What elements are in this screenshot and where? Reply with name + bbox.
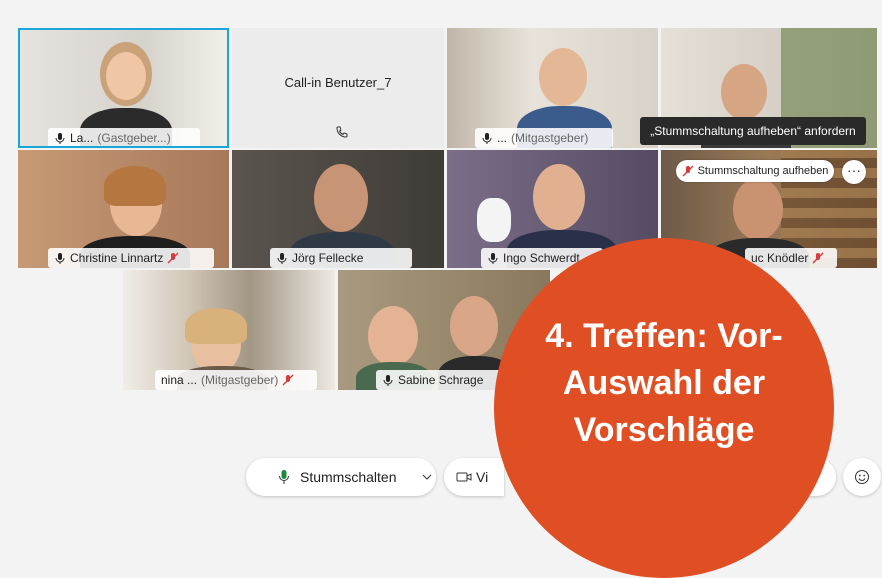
microphone-icon: [488, 253, 498, 264]
video-camera-icon: [456, 472, 472, 482]
microphone-icon: [55, 253, 65, 264]
unmute-request-button[interactable]: Stummschaltung aufheben: [676, 160, 834, 182]
video-tile-nina[interactable]: nina ... (Mitgastgeber): [123, 270, 335, 390]
participant-role: (Gastgeber...): [97, 131, 171, 145]
participant-role: (Mitgastgeber): [201, 373, 279, 387]
participant-name: ...: [497, 131, 508, 145]
participant-name: uc Knödler: [751, 251, 809, 265]
participant-nameplate: Sabine Schrage: [376, 370, 508, 390]
unmute-request-tooltip: „Stummschaltung aufheben“ anfordern: [640, 117, 866, 145]
participant-nameplate: ... (Mitgastgeber): [475, 128, 613, 148]
unmute-request-label: Stummschaltung aufheben: [697, 165, 829, 177]
muted-microphone-icon: [812, 252, 824, 264]
title-line-1: 4. Treffen: Vor-: [545, 317, 783, 355]
video-tile-cohost[interactable]: ... (Mitgastgeber): [447, 28, 658, 148]
microphone-icon: [277, 253, 287, 264]
smiley-icon: [855, 470, 869, 484]
phone-icon: [336, 126, 348, 138]
video-button[interactable]: Vi: [444, 458, 504, 496]
call-in-user-label: Call-in Benutzer_7: [284, 75, 392, 90]
mute-button[interactable]: Stummschalten: [246, 458, 436, 496]
participant-name: Sabine Schrage: [398, 373, 484, 387]
chevron-down-icon[interactable]: [422, 474, 432, 480]
title-line-2: Auswahl der: [562, 364, 766, 402]
participant-name: La...: [70, 131, 94, 145]
ellipsis-icon: ···: [847, 162, 861, 178]
video-tile-call-in[interactable]: Call-in Benutzer_7: [232, 28, 444, 148]
participant-name: Christine Linnartz: [70, 251, 164, 265]
muted-microphone-icon: [682, 165, 694, 177]
participant-name: nina ...: [161, 373, 198, 387]
participant-name: Ingo Schwerdt: [503, 251, 580, 265]
participant-nameplate: uc Knödler: [745, 248, 837, 268]
participant-nameplate: Christine Linnartz: [48, 248, 214, 268]
participant-nameplate: Jörg Fellecke: [270, 248, 412, 268]
microphone-icon: [383, 375, 393, 386]
participant-name: Jörg Fellecke: [292, 251, 364, 265]
participant-nameplate: nina ... (Mitgastgeber): [155, 370, 317, 390]
title-badge-text: 4. Treffen: Vor- Auswahl der Vorschläge: [494, 313, 834, 454]
participant-nameplate: La... (Gastgeber...): [48, 128, 200, 146]
video-button-label: Vi: [476, 469, 489, 485]
video-tile-christine[interactable]: Christine Linnartz: [18, 150, 229, 268]
muted-microphone-icon: [167, 252, 179, 264]
participant-role: (Mitgastgeber): [511, 131, 589, 145]
reactions-button[interactable]: [843, 458, 881, 496]
microphone-icon: [55, 133, 65, 144]
title-line-3: Vorschläge: [573, 411, 755, 449]
microphone-icon: [279, 470, 289, 484]
video-tile-joerg[interactable]: Jörg Fellecke: [232, 150, 444, 268]
video-tile-host[interactable]: La... (Gastgeber...): [18, 28, 229, 148]
more-options-button[interactable]: ···: [842, 160, 866, 184]
muted-microphone-icon: [282, 374, 294, 386]
microphone-icon: [482, 133, 492, 144]
mute-button-label: Stummschalten: [300, 469, 397, 485]
